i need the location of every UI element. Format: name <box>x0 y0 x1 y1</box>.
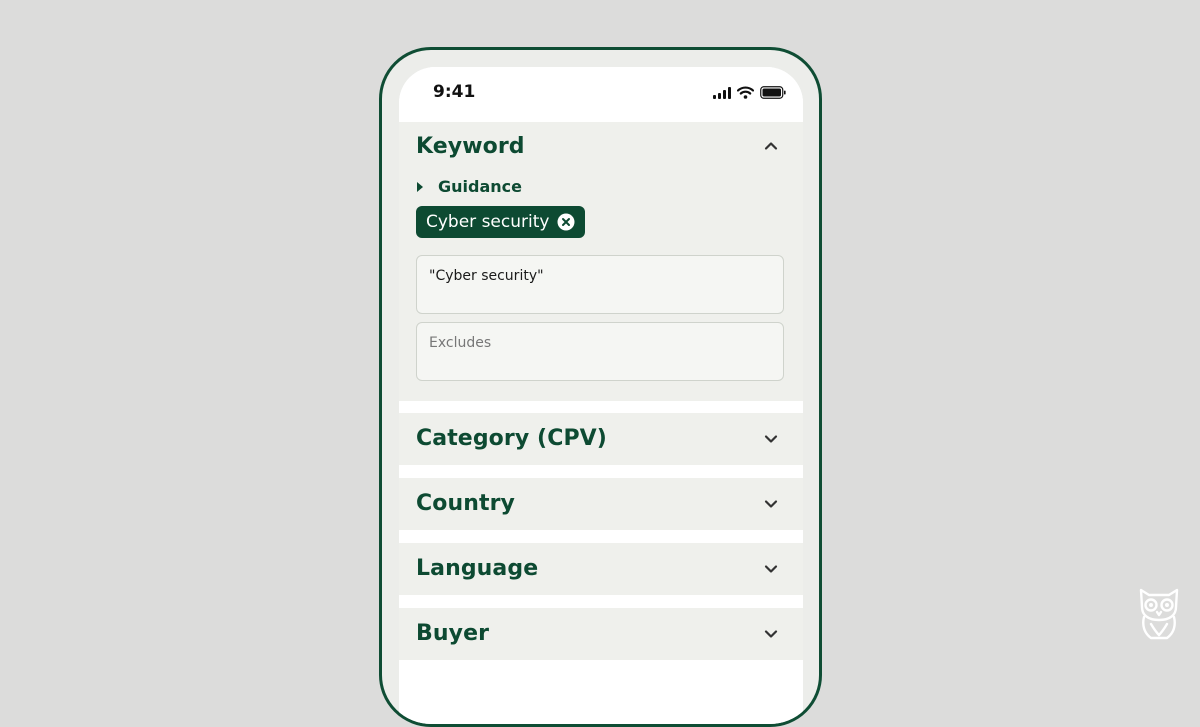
chip-label: Cyber security <box>426 212 550 232</box>
guidance-toggle[interactable]: Guidance <box>416 177 522 196</box>
keyword-chip: Cyber security <box>416 206 586 238</box>
chevron-up-icon[interactable] <box>763 138 779 154</box>
owl-logo-icon <box>1139 588 1179 640</box>
signal-icon <box>713 87 731 99</box>
status-icons <box>713 85 786 99</box>
chevron-down-icon[interactable] <box>763 561 779 577</box>
close-circle-icon[interactable] <box>557 213 575 231</box>
section-title: Buyer <box>416 621 490 646</box>
keyword-section: Keyword Guidance Cyber security "Cyber s… <box>399 122 803 401</box>
chevron-down-icon[interactable] <box>763 626 779 642</box>
battery-icon <box>760 86 786 99</box>
status-bar: 9:41 <box>399 67 803 122</box>
includes-value: "Cyber security" <box>429 268 544 284</box>
section-title: Language <box>416 556 539 581</box>
status-time: 9:41 <box>433 82 476 102</box>
chevron-down-icon[interactable] <box>763 431 779 447</box>
keyword-header[interactable]: Keyword <box>399 122 803 170</box>
guidance-label: Guidance <box>438 177 522 196</box>
includes-field[interactable]: "Cyber security" <box>416 255 784 314</box>
excludes-placeholder: Excludes <box>429 335 492 351</box>
section-title: Category (CPV) <box>416 426 607 451</box>
excludes-field[interactable]: Excludes <box>416 322 784 381</box>
section-title: Country <box>416 491 515 516</box>
phone-screen: 9:41 Keyword Guidance Cyber security "Cy… <box>399 67 803 724</box>
section-buyer[interactable]: Buyer <box>399 608 803 660</box>
section-category-cpv[interactable]: Category (CPV) <box>399 413 803 465</box>
section-country[interactable]: Country <box>399 478 803 530</box>
keyword-title: Keyword <box>416 134 525 159</box>
wifi-icon <box>737 86 754 99</box>
chevron-down-icon[interactable] <box>763 496 779 512</box>
phone-frame: 9:41 Keyword Guidance Cyber security "Cy… <box>379 47 822 727</box>
caret-right-icon <box>417 181 423 192</box>
section-language[interactable]: Language <box>399 543 803 595</box>
